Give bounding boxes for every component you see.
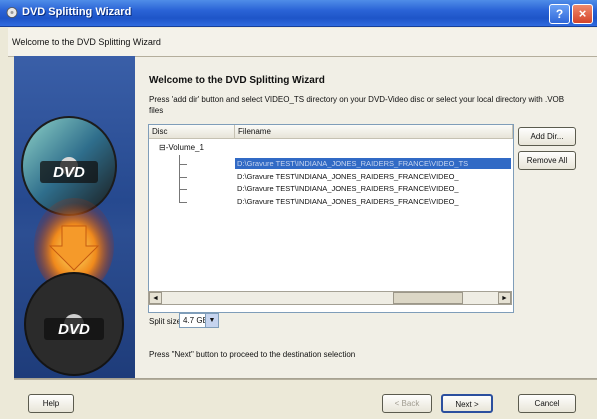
- tree-connector: [179, 202, 187, 203]
- content-description: Press 'add dir' button and select VIDEO_…: [149, 95, 565, 115]
- back-button[interactable]: < Back: [382, 394, 432, 413]
- help-title-button[interactable]: ?: [549, 4, 570, 24]
- column-header-filename[interactable]: Filename: [235, 125, 513, 139]
- dvd-app-icon: [6, 7, 18, 18]
- content-title: Welcome to the DVD Splitting Wizard: [149, 75, 325, 86]
- divider: [14, 378, 597, 379]
- list-item[interactable]: D:\Gravure TEST\INDIANA_JONES_RAIDERS_FR…: [235, 196, 511, 207]
- scroll-right-icon[interactable]: ►: [498, 292, 511, 304]
- tree-connector: [179, 164, 187, 165]
- tree-connector: [179, 189, 187, 190]
- add-dir-button[interactable]: Add Dir...: [518, 127, 576, 146]
- scroll-left-icon[interactable]: ◄: [149, 292, 162, 304]
- dvd-disc-icon: DVD DVD: [21, 116, 124, 376]
- cancel-button[interactable]: Cancel: [518, 394, 576, 413]
- list-item[interactable]: D:\Gravure TEST\INDIANA_JONES_RAIDERS_FR…: [235, 158, 511, 169]
- header-strip: Welcome to the DVD Splitting Wizard: [8, 28, 597, 57]
- chevron-down-icon[interactable]: ▼: [205, 314, 218, 327]
- list-item[interactable]: D:\Gravure TEST\INDIANA_JONES_RAIDERS_FR…: [235, 183, 511, 194]
- split-size-label: Split size: [149, 317, 182, 326]
- split-size-select[interactable]: 4.7 GB ▼: [179, 313, 219, 328]
- scroll-thumb[interactable]: [393, 292, 463, 304]
- tree-connector: [179, 155, 180, 203]
- horizontal-scrollbar[interactable]: ◄ ►: [148, 291, 512, 305]
- next-button[interactable]: Next >: [441, 394, 493, 413]
- svg-text:DVD: DVD: [53, 164, 85, 181]
- remove-all-button[interactable]: Remove All: [518, 151, 576, 170]
- title-bar: DVD Splitting Wizard ? ×: [0, 0, 597, 27]
- tree-connector: [179, 177, 187, 178]
- list-item[interactable]: D:\Gravure TEST\INDIANA_JONES_RAIDERS_FR…: [235, 171, 511, 182]
- header-title: Welcome to the DVD Splitting Wizard: [12, 37, 161, 47]
- close-button[interactable]: ×: [572, 4, 593, 24]
- tree-volume-node[interactable]: ⊟-Volume_1: [159, 143, 204, 152]
- svg-text:DVD: DVD: [58, 321, 90, 338]
- footer-instruction: Press "Next" button to proceed to the de…: [149, 350, 356, 359]
- side-banner: DVD DVD: [14, 56, 135, 378]
- help-button[interactable]: Help: [28, 394, 74, 413]
- window-title: DVD Splitting Wizard: [22, 6, 132, 18]
- file-list[interactable]: Disc Filename ⊟-Volume_1 D:\Gravure TEST…: [148, 124, 514, 313]
- wizard-window: DVD Splitting Wizard ? × Welcome to the …: [0, 0, 597, 419]
- column-header-disc[interactable]: Disc: [149, 125, 235, 139]
